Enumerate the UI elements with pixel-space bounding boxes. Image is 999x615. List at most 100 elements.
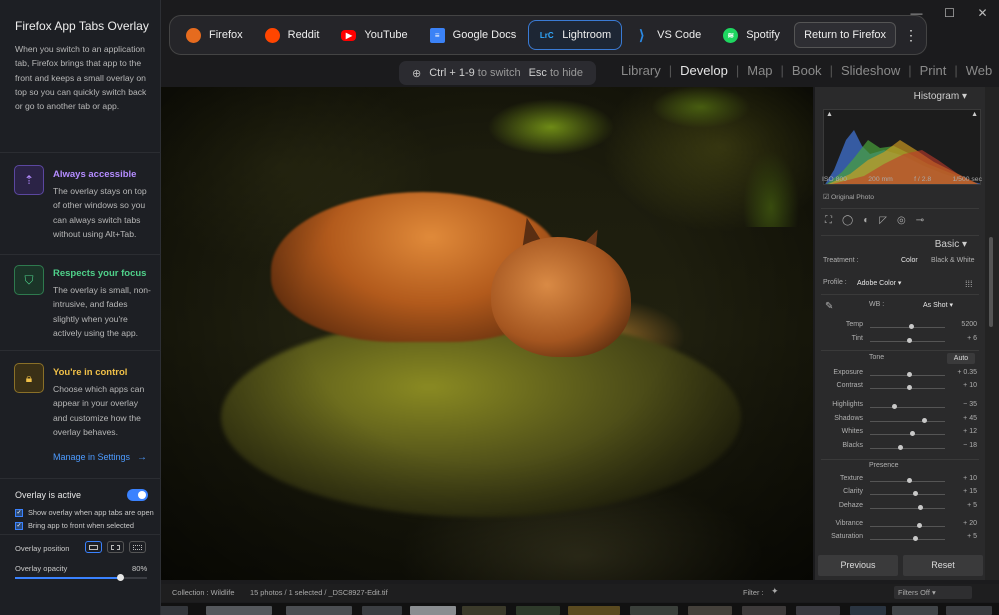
tab-youtube[interactable]: ▶ YouTube (331, 20, 417, 50)
manage-in-settings-link[interactable]: Manage in Settings (53, 452, 130, 462)
slider-value[interactable]: + 5 (967, 502, 977, 509)
eyedropper-icon[interactable]: ✎ (825, 301, 833, 312)
position-option-corners[interactable] (107, 541, 124, 553)
right-panel-scrollbar[interactable] (985, 87, 999, 580)
auto-tone-button[interactable]: Auto (947, 353, 975, 364)
slider-handle[interactable] (907, 478, 913, 483)
treatment-bw-option[interactable]: Black & White (931, 257, 975, 264)
slider-value[interactable]: + 5 (967, 533, 977, 540)
radial-filter-icon[interactable]: ◎ (897, 215, 906, 226)
highlight-clip-icon[interactable]: ▲ (971, 111, 978, 118)
checkbox-checked-icon[interactable]: ✓ (15, 508, 23, 517)
slider-handle[interactable] (909, 431, 915, 436)
slider-value[interactable]: + 15 (963, 488, 977, 495)
slider-value[interactable]: + 45 (963, 415, 977, 422)
slider-track[interactable] (870, 407, 945, 408)
slider-track[interactable] (870, 448, 945, 449)
slider-track[interactable] (870, 508, 945, 509)
module-slideshow[interactable]: Slideshow (833, 63, 908, 78)
filter-lock-icon[interactable]: ✦ (771, 586, 779, 597)
slider-track[interactable] (870, 421, 945, 422)
slider-handle[interactable] (907, 385, 913, 390)
module-print[interactable]: Print (912, 63, 955, 78)
spot-removal-icon[interactable]: ◯ (842, 215, 853, 226)
collection-label[interactable]: Collection : Wildlife (172, 588, 234, 597)
tab-google-docs[interactable]: ≡ Google Docs (420, 20, 527, 50)
filmstrip-thumbnail[interactable] (892, 606, 938, 615)
filmstrip-thumbnail[interactable] (286, 606, 352, 615)
graduated-filter-icon[interactable]: ◸ (879, 215, 887, 226)
crop-icon[interactable]: ⛶ (825, 215, 832, 226)
checkbox-show-overlay[interactable]: ✓ Show overlay when app tabs are open (15, 508, 154, 517)
module-web[interactable]: Web (958, 63, 999, 78)
tab-reddit[interactable]: Reddit (255, 20, 330, 50)
more-options-icon[interactable]: ⋮ (902, 27, 920, 44)
filmstrip-thumbnail[interactable] (516, 606, 560, 615)
reset-button[interactable]: Reset (903, 555, 983, 576)
filmstrip-thumbnail[interactable] (630, 606, 678, 615)
maximize-icon[interactable]: ☐ (933, 0, 966, 26)
scrollbar-thumb[interactable] (989, 237, 993, 327)
filter-select[interactable]: Filters Off ▾ (894, 586, 972, 599)
slider-handle[interactable] (906, 372, 912, 377)
slider-handle[interactable] (921, 418, 927, 423)
slider-handle[interactable] (912, 491, 918, 496)
tab-spotify[interactable]: ≋ Spotify (713, 20, 790, 50)
filmstrip-thumbnail[interactable] (462, 606, 506, 615)
slider-handle[interactable] (898, 445, 904, 450)
filmstrip-thumbnail-selected[interactable] (410, 606, 456, 615)
filmstrip-thumbnail[interactable] (568, 606, 620, 615)
slider-value[interactable]: + 10 (963, 475, 977, 482)
slider-value[interactable]: − 18 (963, 442, 977, 449)
slider-handle[interactable] (917, 505, 923, 510)
tab-lightroom[interactable]: LrC Lightroom (528, 20, 623, 50)
position-option-frame[interactable] (129, 541, 146, 553)
module-book[interactable]: Book (784, 63, 830, 78)
wb-select[interactable]: As Shot ▾ (923, 301, 953, 309)
slider-value[interactable]: + 10 (963, 382, 977, 389)
brush-icon[interactable]: ⊸ (916, 215, 924, 226)
checkbox-bring-to-front[interactable]: ✓ Bring app to front when selected (15, 521, 134, 530)
filmstrip-thumbnail[interactable] (742, 606, 786, 615)
filmstrip-thumbnail[interactable] (688, 606, 732, 615)
filmstrip-thumbnail[interactable] (850, 606, 886, 615)
checkbox-checked-icon[interactable]: ✓ (15, 521, 23, 530)
slider-track[interactable] (870, 526, 945, 527)
slider-value[interactable]: + 12 (963, 428, 977, 435)
slider-track[interactable] (870, 494, 945, 495)
module-map[interactable]: Map (739, 63, 780, 78)
arrow-right-icon[interactable]: → (137, 452, 147, 463)
shadow-clip-icon[interactable]: ▲ (826, 111, 833, 118)
slider-handle[interactable] (891, 404, 897, 409)
previous-button[interactable]: Previous (818, 555, 898, 576)
slider-track[interactable] (870, 434, 945, 435)
return-to-firefox-button[interactable]: Return to Firefox (794, 22, 896, 48)
filmstrip-thumbnail[interactable] (362, 606, 402, 615)
slider-track[interactable] (870, 539, 945, 540)
slider-handle[interactable] (917, 523, 922, 528)
close-icon[interactable]: ✕ (966, 0, 999, 26)
filmstrip-thumbnail[interactable] (206, 606, 272, 615)
slider-handle[interactable] (906, 338, 912, 343)
overlay-active-toggle[interactable] (127, 489, 148, 501)
treatment-color-option[interactable]: Color (901, 257, 918, 264)
red-eye-icon[interactable]: ◐ (863, 215, 869, 226)
module-develop[interactable]: Develop (672, 63, 736, 78)
module-library[interactable]: Library (613, 63, 669, 78)
slider-handle[interactable] (908, 324, 914, 329)
tab-firefox[interactable]: Firefox (176, 20, 253, 50)
slider-value[interactable]: − 35 (963, 401, 977, 408)
original-photo-checkbox[interactable]: ☑ Original Photo (823, 193, 874, 201)
position-option-full[interactable] (85, 541, 102, 553)
basic-header[interactable]: Basic ▾ (815, 235, 985, 255)
histogram-header[interactable]: Histogram ▾ (815, 87, 985, 107)
slider-value[interactable]: + 0.35 (957, 369, 977, 376)
slider-handle[interactable] (912, 536, 918, 541)
filmstrip-thumbnail[interactable] (946, 606, 992, 615)
slider-track[interactable] (870, 327, 945, 328)
slider-value[interactable]: + 6 (967, 335, 977, 342)
filmstrip-thumbnail[interactable] (796, 606, 840, 615)
slider-value[interactable]: + 20 (963, 520, 977, 527)
overlay-opacity-slider[interactable] (15, 574, 147, 581)
profile-select[interactable]: Adobe Color ▾ (857, 279, 901, 287)
